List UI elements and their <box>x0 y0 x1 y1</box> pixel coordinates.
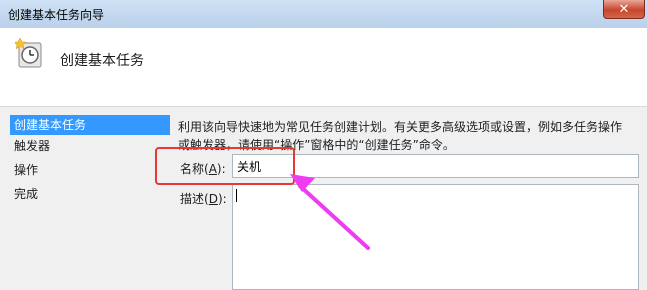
wizard-header: 创建基本任务 <box>0 28 647 107</box>
wizard-steps: 创建基本任务 触发器 操作 完成 <box>0 107 172 290</box>
step-create-basic-task[interactable]: 创建基本任务 <box>10 115 170 135</box>
page-title: 创建基本任务 <box>60 53 144 69</box>
window-title: 创建基本任务向导 <box>8 8 105 22</box>
clock-task-icon <box>15 37 42 68</box>
close-icon: ✕ <box>618 1 630 17</box>
step-action[interactable]: 操作 <box>10 160 170 180</box>
text-caret <box>236 189 237 202</box>
description-label: 描述(D): <box>180 192 227 206</box>
title-bar: 创建基本任务向导 ✕ <box>0 0 647 29</box>
annotation-highlight-box <box>155 147 295 185</box>
step-trigger[interactable]: 触发器 <box>10 136 170 156</box>
close-button[interactable]: ✕ <box>603 0 645 19</box>
annotation-arrow <box>290 174 370 250</box>
step-finish[interactable]: 完成 <box>10 184 170 204</box>
